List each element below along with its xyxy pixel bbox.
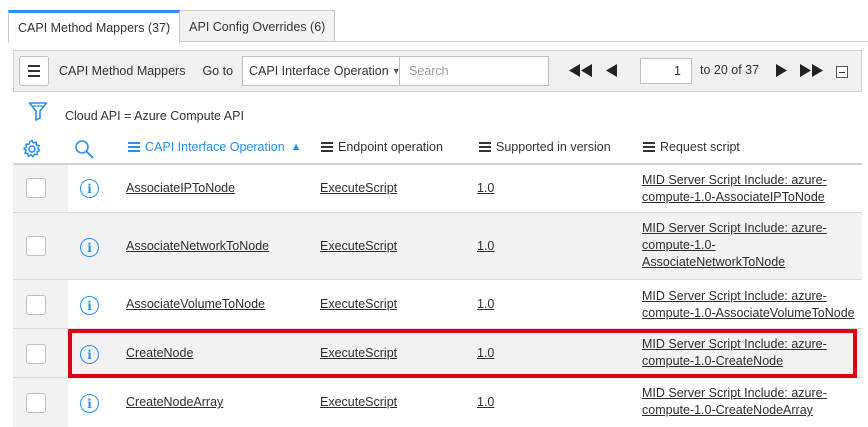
version-link[interactable]: 1.0 xyxy=(477,297,494,311)
script-line: MID Server Script Include: azure- xyxy=(642,221,827,235)
operation-link[interactable]: AssociateIPToNode xyxy=(126,181,235,195)
info-icon[interactable]: i xyxy=(80,238,99,257)
version-link[interactable]: 1.0 xyxy=(477,346,494,360)
script-line: MID Server Script Include: azure- xyxy=(642,386,827,400)
list-title: CAPI Method Mappers xyxy=(59,64,186,78)
version-link[interactable]: 1.0 xyxy=(477,395,494,409)
version-link[interactable]: 1.0 xyxy=(477,239,494,253)
first-page-icon[interactable] xyxy=(569,64,593,77)
operation-link[interactable]: AssociateVolumeToNode xyxy=(126,297,265,311)
request-script-link[interactable]: MID Server Script Include: azure- comput… xyxy=(642,172,862,206)
script-line: compute-1.0-CreateNode xyxy=(642,354,784,368)
row-checkbox[interactable] xyxy=(26,178,46,198)
column-label-operation: CAPI Interface Operation xyxy=(145,140,285,154)
column-menu-icon[interactable] xyxy=(321,142,333,152)
endpoint-link[interactable]: ExecuteScript xyxy=(320,346,397,360)
filter-breadcrumb[interactable]: Cloud API = Azure Compute API xyxy=(65,109,244,123)
info-icon[interactable]: i xyxy=(80,296,99,315)
menu-icon[interactable] xyxy=(19,56,49,86)
page-number-input[interactable] xyxy=(640,58,692,84)
row-checkbox[interactable] xyxy=(26,236,46,256)
search-input[interactable] xyxy=(399,56,550,86)
column-header-endpoint[interactable]: Endpoint operation xyxy=(321,140,443,154)
endpoint-link[interactable]: ExecuteScript xyxy=(320,297,397,311)
column-header-script[interactable]: Request script xyxy=(643,140,740,154)
column-menu-icon[interactable] xyxy=(128,142,140,152)
script-line: MID Server Script Include: azure- xyxy=(642,173,827,187)
table-row: i CreateNodeArray ExecuteScript 1.0 MID … xyxy=(13,378,862,427)
info-icon[interactable]: i xyxy=(80,394,99,413)
endpoint-link[interactable]: ExecuteScript xyxy=(320,181,397,195)
goto-field-select[interactable]: CAPI Interface Operation ▼ xyxy=(242,56,401,86)
row-checkbox[interactable] xyxy=(26,344,46,364)
column-header-version[interactable]: Supported in version xyxy=(479,140,611,154)
sort-ascending-icon: ▲ xyxy=(290,141,302,153)
operation-link[interactable]: CreateNode xyxy=(126,346,193,360)
row-checkbox[interactable] xyxy=(26,393,46,413)
table-row: i AssociateIPToNode ExecuteScript 1.0 MI… xyxy=(13,165,862,213)
row-checkbox[interactable] xyxy=(26,295,46,315)
prev-page-icon[interactable] xyxy=(606,64,618,77)
table-row: i AssociateVolumeToNode ExecuteScript 1.… xyxy=(13,280,862,329)
endpoint-link[interactable]: ExecuteScript xyxy=(320,239,397,253)
goto-label: Go to xyxy=(202,64,234,78)
table-row: i AssociateNetworkToNode ExecuteScript 1… xyxy=(13,213,862,280)
last-page-icon[interactable] xyxy=(800,64,824,77)
tab-api-config-overrides[interactable]: API Config Overrides (6) xyxy=(179,10,336,42)
column-menu-icon[interactable] xyxy=(643,142,655,152)
request-script-link[interactable]: MID Server Script Include: azure- comput… xyxy=(642,220,862,271)
column-header-operation[interactable]: CAPI Interface Operation ▲ xyxy=(128,140,302,154)
next-page-icon[interactable] xyxy=(776,64,788,77)
request-script-link[interactable]: MID Server Script Include: azure- comput… xyxy=(642,288,862,322)
tab-bar: CAPI Method Mappers (37) API Config Over… xyxy=(8,10,336,43)
goto-field-value: CAPI Interface Operation xyxy=(249,64,389,78)
script-line: compute-1.0- xyxy=(642,238,716,252)
list-toolbar: CAPI Method Mappers Go to CAPI Interface… xyxy=(13,50,862,92)
collapse-icon[interactable] xyxy=(836,66,848,78)
info-icon[interactable]: i xyxy=(80,345,99,364)
info-icon[interactable]: i xyxy=(80,179,99,198)
endpoint-link[interactable]: ExecuteScript xyxy=(320,395,397,409)
table-row-highlighted: i CreateNode ExecuteScript 1.0 MID Serve… xyxy=(13,329,862,378)
column-label-version: Supported in version xyxy=(496,140,611,154)
script-line: compute-1.0-AssociateIPToNode xyxy=(642,190,825,204)
script-line: AssociateNetworkToNode xyxy=(642,255,786,269)
filter-icon[interactable] xyxy=(28,101,48,124)
script-line: compute-1.0-CreateNodeArray xyxy=(642,403,813,417)
column-menu-icon[interactable] xyxy=(479,142,491,152)
page-range: to 20 of 37 xyxy=(700,63,760,77)
column-label-script: Request script xyxy=(660,140,740,154)
tab-capi-method-mappers[interactable]: CAPI Method Mappers (37) xyxy=(8,10,181,43)
script-line: MID Server Script Include: azure- xyxy=(642,337,827,351)
gear-icon[interactable] xyxy=(22,139,42,162)
version-link[interactable]: 1.0 xyxy=(477,181,494,195)
operation-link[interactable]: CreateNodeArray xyxy=(126,395,223,409)
column-label-endpoint: Endpoint operation xyxy=(338,140,443,154)
script-line: MID Server Script Include: azure- xyxy=(642,289,827,303)
search-icon[interactable] xyxy=(74,139,94,162)
script-line: compute-1.0-AssociateVolumeToNode xyxy=(642,306,855,320)
request-script-link[interactable]: MID Server Script Include: azure- comput… xyxy=(642,385,862,419)
request-script-link[interactable]: MID Server Script Include: azure- comput… xyxy=(642,336,862,370)
operation-link[interactable]: AssociateNetworkToNode xyxy=(126,239,269,253)
